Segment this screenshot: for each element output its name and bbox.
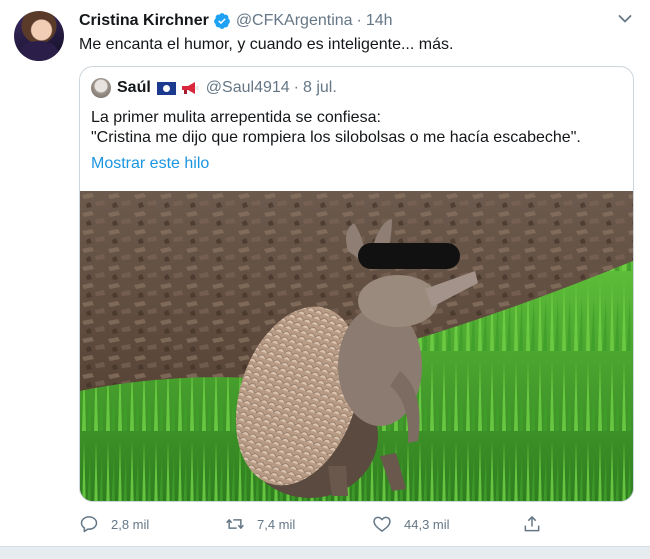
tweet-card[interactable]: Cristina Kirchner @CFKArgentina · 14h Me…: [0, 0, 650, 546]
quoted-author-avatar[interactable]: [91, 78, 111, 98]
tweet-text: Me encanta el humor, y cuando es intelig…: [79, 36, 454, 53]
belize-flag-icon: [156, 81, 176, 95]
like-button[interactable]: 44,3 mil: [372, 513, 450, 535]
chevron-down-icon[interactable]: [618, 14, 632, 24]
retweet-button[interactable]: 7,4 mil: [225, 513, 295, 535]
share-icon: [524, 516, 540, 532]
tweet-timestamp[interactable]: 14h: [366, 12, 393, 30]
quoted-tweet-header: Saúl @Saul4914 · 8 jul.: [91, 78, 337, 98]
quoted-author-handle[interactable]: @Saul4914: [206, 79, 290, 97]
quoted-author-name[interactable]: Saúl: [117, 79, 151, 97]
verified-badge-icon: [213, 13, 230, 29]
share-button[interactable]: [522, 513, 554, 535]
reply-icon: [80, 516, 98, 533]
tweet-header: Cristina Kirchner @CFKArgentina · 14h: [79, 11, 393, 31]
timeline-separator: [0, 546, 650, 559]
quoted-text-line-1: La primer mulita arrepentida se confiesa…: [91, 109, 381, 126]
reply-count: 2,8 mil: [111, 516, 150, 532]
quoted-tweet[interactable]: Saúl @Saul4914 · 8 jul. La primer mulita…: [79, 66, 634, 502]
armadillo-photo[interactable]: [80, 191, 633, 502]
quoted-separator-dot: ·: [293, 79, 299, 96]
quoted-text-line-2: "Cristina me dijo que rompiera los silob…: [91, 129, 581, 146]
action-bar: 2,8 mil 7,4 mil 44,3 mil: [79, 513, 549, 535]
like-count: 44,3 mil: [404, 516, 450, 532]
separator-dot: ·: [356, 12, 362, 29]
quoted-timestamp[interactable]: 8 jul.: [303, 79, 337, 97]
author-avatar[interactable]: [14, 11, 64, 61]
megaphone-icon: [181, 82, 199, 94]
retweet-icon: [226, 519, 244, 529]
retweet-count: 7,4 mil: [257, 516, 296, 532]
show-thread-link[interactable]: Mostrar este hilo: [91, 155, 209, 173]
author-handle[interactable]: @CFKArgentina: [236, 12, 353, 30]
author-name[interactable]: Cristina Kirchner: [79, 12, 209, 30]
reply-button[interactable]: 2,8 mil: [79, 513, 149, 535]
like-icon: [373, 516, 391, 532]
